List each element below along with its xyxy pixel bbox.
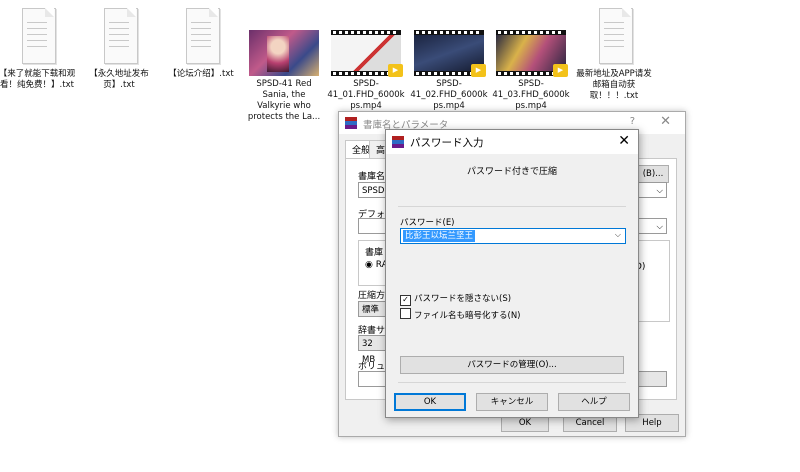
image-thumbnail-icon: [249, 30, 319, 76]
browse-button[interactable]: (B)...: [637, 165, 669, 183]
checkbox-unchecked-icon: [400, 308, 411, 319]
archive-name-label: 書庫名: [358, 172, 386, 182]
desktop-file-6[interactable]: ▶ SPSD-41_02.FHD_6000kps.mp4: [410, 6, 488, 112]
separator: [398, 382, 626, 383]
file-name: SPSD-41_02.FHD_6000kps.mp4: [410, 79, 488, 111]
winrar-icon: [392, 136, 404, 148]
compression-method-label: 圧縮方: [358, 291, 386, 301]
volume-unit-dropdown[interactable]: [637, 371, 667, 387]
show-password-checkbox[interactable]: ✓ パスワードを隠さない(S): [400, 292, 511, 306]
file-name: 【来了就能下载和观看！纯免费！】.txt: [0, 69, 76, 90]
encrypt-filenames-checkbox[interactable]: ファイル名も暗号化する(N): [400, 308, 521, 321]
desktop-file-8[interactable]: 最新地址及APP请发邮箱自动获取！！！.txt: [575, 6, 653, 102]
password-input[interactable]: 比彭王以坛兰坚王 ⌵: [400, 228, 626, 244]
separator: [398, 206, 626, 207]
file-name: 【论坛介绍】.txt: [168, 69, 234, 79]
archive-format-label: 書庫: [365, 248, 384, 258]
winrar-icon: [345, 117, 357, 129]
file-name: 最新地址及APP请发邮箱自动获取！！！.txt: [576, 69, 652, 101]
password-dialog-title: パスワード入力: [410, 137, 484, 149]
file-name: SPSD-41 Red Sania, the Valkyrie who prot…: [247, 79, 321, 122]
password-dialog: パスワード入力 ✕ パスワード付きで圧縮 パスワード(E) 比彭王以坛兰坚王 ⌵…: [385, 129, 639, 418]
text-file-icon: [178, 6, 224, 66]
text-file-icon: [96, 6, 142, 66]
password-help-button[interactable]: ヘルプ: [558, 393, 630, 411]
video-file-icon: ▶: [496, 30, 568, 77]
password-value: 比彭王以坛兰坚王: [403, 230, 476, 242]
archive-name-dropdown[interactable]: ⌵: [637, 182, 667, 198]
file-name: SPSD-41_03.FHD_6000kps.mp4: [492, 79, 570, 111]
desktop-file-7[interactable]: ▶ SPSD-41_03.FHD_6000kps.mp4: [492, 6, 570, 112]
desktop-file-3[interactable]: 【论坛介绍】.txt: [162, 6, 240, 80]
profile-dropdown-arrow[interactable]: ⌵: [637, 218, 667, 234]
profile-dropdown[interactable]: [358, 218, 386, 234]
video-file-icon: ▶: [331, 30, 403, 77]
desktop-file-5[interactable]: ▶ SPSD-41_01.FHD_6000kps.mp4: [327, 6, 405, 112]
chevron-down-icon[interactable]: ⌵: [615, 230, 621, 240]
password-cancel-button[interactable]: キャンセル: [476, 393, 548, 411]
file-name: 【永久地址发布页】.txt: [89, 69, 149, 90]
manage-passwords-button[interactable]: パスワードの管理(O)...: [400, 356, 624, 374]
checkbox-checked-icon: ✓: [400, 295, 411, 306]
encrypt-filenames-label: ファイル名も暗号化する(N): [414, 311, 521, 321]
password-dialog-subtitle: パスワード付きで圧縮: [466, 167, 557, 177]
video-file-icon: ▶: [414, 30, 486, 77]
volume-size-input[interactable]: [358, 371, 386, 387]
show-password-label: パスワードを隠さない(S): [414, 294, 512, 304]
archive-name-input[interactable]: SPSD-: [358, 182, 388, 198]
text-file-icon: [14, 6, 60, 66]
compression-method-dropdown[interactable]: 標準: [358, 301, 386, 317]
desktop-file-2[interactable]: 【永久地址发布页】.txt: [80, 6, 158, 91]
desktop-file-4[interactable]: SPSD-41 Red Sania, the Valkyrie who prot…: [245, 6, 323, 123]
desktop-file-1[interactable]: 【来了就能下载和观看！纯免费！】.txt: [0, 6, 76, 91]
help-question-icon[interactable]: ?: [630, 116, 635, 127]
password-dialog-titlebar: パスワード入力 ✕: [386, 130, 638, 154]
text-file-icon: [591, 6, 637, 66]
password-ok-button[interactable]: OK: [394, 393, 466, 411]
close-icon[interactable]: ✕: [618, 133, 630, 149]
close-icon[interactable]: ✕: [660, 114, 671, 129]
password-label: パスワード(E): [400, 218, 455, 228]
dictionary-size-dropdown[interactable]: 32 MB: [358, 335, 386, 365]
file-name: SPSD-41_01.FHD_6000kps.mp4: [327, 79, 405, 111]
